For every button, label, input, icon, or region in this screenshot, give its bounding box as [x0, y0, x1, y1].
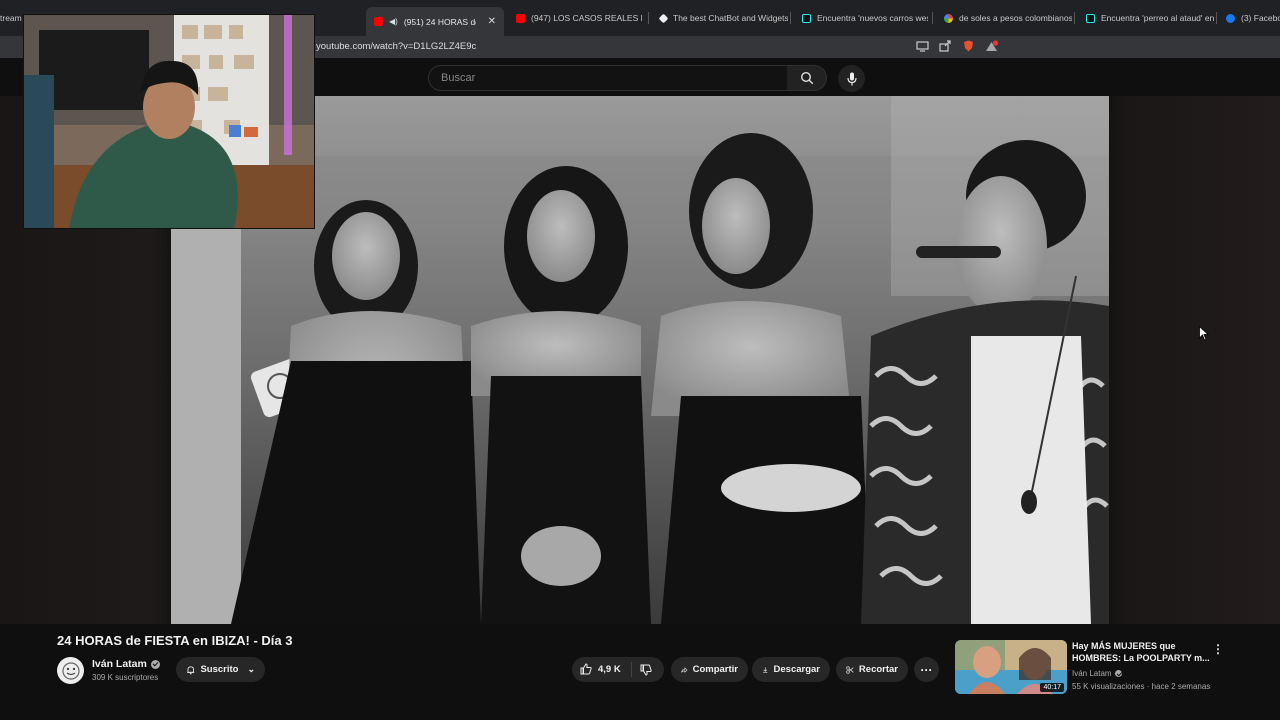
tiktok-icon — [1086, 13, 1095, 23]
page-bottom — [0, 696, 1280, 720]
recommended-channel[interactable]: Iván Latam — [1072, 669, 1112, 678]
tab-active-video[interactable]: ◀) (951) 24 HORAS de FIE ✕ — [366, 7, 504, 36]
tab-separator — [1074, 12, 1075, 24]
chevron-down-icon: ⌄ — [247, 664, 255, 674]
channel-logo-icon — [61, 661, 80, 680]
clip-label: Recortar — [858, 664, 898, 675]
tiktok-icon — [802, 13, 811, 23]
close-tab-icon[interactable]: ✕ — [488, 16, 496, 27]
channel-avatar[interactable] — [57, 657, 84, 684]
facebook-icon — [1226, 13, 1235, 23]
address-bar-actions — [916, 40, 998, 52]
tab-facebook[interactable]: (3) Faceboo — [1218, 7, 1280, 29]
url-field[interactable]: youtube.com/watch?v=D1LG2LZ4E9c — [316, 41, 476, 52]
share-button[interactable]: Compartir — [671, 657, 748, 682]
cast-icon[interactable] — [916, 40, 929, 52]
search-input[interactable]: Buscar — [428, 65, 788, 91]
scissors-icon — [846, 665, 854, 674]
mouse-cursor-icon — [1199, 326, 1209, 341]
share-label: Compartir — [692, 664, 738, 675]
share-page-icon[interactable] — [939, 40, 952, 52]
like-button[interactable]: 4,9 K — [580, 663, 621, 675]
youtube-icon — [374, 17, 383, 26]
tab-separator — [648, 12, 649, 24]
tab-tiktok-carros[interactable]: Encuentra 'nuevos carros west — [794, 7, 928, 29]
webcam-image — [24, 15, 314, 228]
streamer-webcam-overlay — [23, 14, 315, 229]
search-icon — [800, 71, 813, 85]
tab-label: Encuentra 'nuevos carros west — [817, 13, 928, 23]
google-icon — [944, 13, 953, 23]
voice-search-button[interactable] — [838, 65, 865, 92]
more-actions-button[interactable]: ··· — [914, 657, 939, 682]
youtube-icon — [516, 13, 525, 23]
tab-chatbot[interactable]: The best ChatBot and Widgets — [652, 7, 788, 29]
tab-tiktok-perreo[interactable]: Encuentra 'perreo al ataud' en — [1078, 7, 1214, 29]
recommended-video-title[interactable]: Hay MÁS MUJERES que HOMBRES: La POOLPART… — [1072, 640, 1212, 664]
tab-label: tream — [0, 13, 22, 23]
tab-label: The best ChatBot and Widgets — [673, 13, 788, 23]
video-title: 24 HORAS de FIESTA en IBIZA! - Día 3 — [57, 633, 293, 648]
video-duration: 40:17 — [1040, 683, 1064, 692]
more-horizontal-icon: ··· — [920, 662, 933, 677]
recommended-channel-row: Iván Latam — [1072, 669, 1122, 678]
tab-label: de soles a pesos colombianos — [959, 13, 1072, 23]
thumbs-up-icon — [580, 663, 592, 675]
microphone-icon — [846, 72, 857, 85]
share-icon — [681, 666, 688, 673]
like-count: 4,9 K — [598, 663, 621, 675]
channel-name-row[interactable]: Iván Latam — [92, 658, 160, 670]
speaker-icon[interactable]: ◀) — [389, 17, 398, 26]
dislike-button[interactable] — [640, 663, 652, 681]
channel-name[interactable]: Iván Latam — [92, 658, 147, 670]
tab-partial[interactable]: tream — [0, 7, 24, 29]
verified-badge-icon — [150, 659, 160, 669]
tab-label: Encuentra 'perreo al ataud' en — [1101, 13, 1214, 23]
tab-label: (3) Faceboo — [1241, 13, 1280, 23]
download-icon — [763, 666, 768, 673]
subscriber-count: 309 K suscriptores — [92, 673, 159, 682]
kebab-menu-icon[interactable]: ⋮ — [1212, 642, 1224, 656]
clip-button[interactable]: Recortar — [836, 657, 908, 682]
recommended-video-meta: 55 K visualizaciones · hace 2 semanas — [1072, 682, 1211, 691]
search-button[interactable] — [787, 65, 827, 91]
thumbs-down-icon — [640, 664, 652, 676]
tab-separator — [1216, 12, 1217, 24]
chatbot-icon — [658, 13, 669, 23]
subscribed-button[interactable]: Suscrito ⌄ — [176, 657, 265, 682]
brave-rewards-icon[interactable] — [985, 40, 998, 52]
tab-separator — [790, 12, 791, 24]
like-divider — [631, 662, 632, 677]
bell-icon — [187, 665, 195, 674]
tab-label: (947) LOS CASOS REALES DE L — [531, 13, 642, 23]
tab-label: (951) 24 HORAS de FIE — [403, 16, 476, 27]
subscribe-label: Suscrito — [200, 664, 239, 675]
like-dislike-group: 4,9 K — [572, 657, 664, 682]
tab-separator — [932, 12, 933, 24]
brave-shield-icon[interactable] — [962, 40, 975, 52]
verified-badge-icon — [1114, 670, 1122, 677]
tab-google-soles[interactable]: de soles a pesos colombianos — [936, 7, 1072, 29]
download-label: Descargar — [773, 664, 820, 675]
download-button[interactable]: Descargar — [752, 657, 830, 682]
recommended-video-thumbnail[interactable]: 40:17 — [955, 640, 1067, 694]
tab-casos-reales[interactable]: (947) LOS CASOS REALES DE L — [508, 7, 642, 29]
